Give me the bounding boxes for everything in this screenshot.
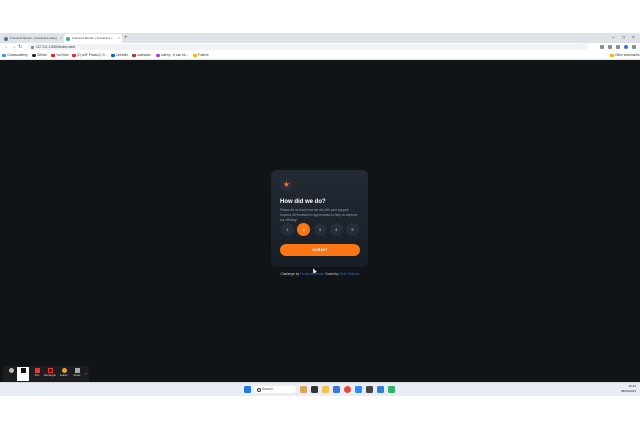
browser-viewport: ★ How did we do? Please let us know how … <box>0 33 640 395</box>
rating-card: ★ How did we do? Please let us know how … <box>271 170 368 267</box>
github-icon <box>32 53 36 57</box>
back-icon[interactable]: ← <box>4 43 9 51</box>
close-window-icon[interactable]: × <box>632 33 635 43</box>
profile-icon[interactable] <box>624 45 628 49</box>
system-clock[interactable]: 10:42 08/04/2023 <box>621 384 636 394</box>
extension-icon[interactable] <box>616 45 620 49</box>
bookmark-icon <box>2 53 6 57</box>
recorder-rectangle-button[interactable]: Rectangle <box>44 367 56 381</box>
windows-start-icon[interactable] <box>244 386 251 393</box>
reload-icon[interactable]: ↻ <box>18 43 22 51</box>
new-tab-button[interactable]: + <box>124 34 128 42</box>
rating-button-2[interactable]: 2 <box>297 223 311 236</box>
edge-icon[interactable] <box>333 386 340 393</box>
minimize-icon[interactable]: – <box>612 33 615 43</box>
recorder-collapse-button[interactable]: › <box>83 367 89 381</box>
eraser-icon <box>61 368 67 373</box>
taskbar: Search 10:42 08/04/2023 <box>0 382 640 396</box>
tab-1[interactable]: Frontend Mentor | Interactive rating × <box>2 34 64 43</box>
chrome-icon[interactable] <box>344 386 351 393</box>
codewars-icon <box>132 53 136 57</box>
gear-icon <box>8 368 14 373</box>
close-tab-icon[interactable]: × <box>118 34 120 43</box>
udemy-icon <box>156 53 160 57</box>
extension-icon[interactable] <box>608 45 612 49</box>
app-icon[interactable] <box>388 386 395 393</box>
menu-icon[interactable] <box>632 45 636 49</box>
brush-icon <box>74 368 80 373</box>
favicon-icon <box>66 37 70 41</box>
vscode-icon[interactable] <box>377 386 384 393</box>
recorder-pen-button[interactable]: Pen <box>31 367 43 381</box>
recorder-erase-button[interactable]: Erase <box>71 367 83 381</box>
rating-button-4[interactable]: 4 <box>329 223 343 236</box>
recorder-toolbar: Pen Rectangle Eraser Erase › <box>3 366 89 382</box>
bookmark-item[interactable]: udemy - It can be... <box>156 51 188 59</box>
tab-2[interactable]: Frontend Mentor | Interactive r... × <box>64 34 122 43</box>
star-badge: ★ <box>280 178 293 191</box>
file-explorer-icon[interactable] <box>322 386 329 393</box>
author-link[interactable]: Guivi Pinheiro <box>340 272 360 276</box>
forward-icon[interactable]: → <box>11 43 16 51</box>
bookmark-item[interactable]: YouTube <box>51 51 69 59</box>
extension-icons <box>600 43 636 51</box>
rating-options: 1 2 3 4 5 <box>281 223 359 236</box>
rating-button-1[interactable]: 1 <box>281 223 294 236</box>
rating-button-5[interactable]: 5 <box>346 223 359 236</box>
widget-icon[interactable] <box>300 386 307 393</box>
folder-icon <box>193 53 197 57</box>
submit-button[interactable]: SUBMIT <box>280 244 360 256</box>
recorder-select-button[interactable] <box>17 367 29 381</box>
site-info-icon[interactable] <box>31 45 34 49</box>
youtube-icon <box>51 53 55 57</box>
tab-bar: Frontend Mentor | Interactive rating × F… <box>0 33 640 43</box>
maximize-icon[interactable]: □ <box>622 33 625 43</box>
cursor-icon <box>20 368 26 373</box>
attribution-middle: . Coded by <box>323 272 339 276</box>
attribution-prefix: Challenge by <box>280 272 300 276</box>
search-icon <box>256 387 261 393</box>
taskbar-search[interactable]: Search <box>254 386 296 393</box>
bookmark-item[interactable]: Codeacademy <box>2 51 28 59</box>
attribution: Challenge by Frontend Mentor. Coded by G… <box>0 272 640 276</box>
store-icon[interactable] <box>355 386 362 393</box>
bookmark-icon <box>72 53 76 57</box>
pen-icon <box>34 368 40 373</box>
address-row: ← → ↻ 127.0.0.1:5500/index.html <box>0 43 640 51</box>
star-icon: ★ <box>282 179 291 189</box>
app-icon[interactable] <box>366 386 373 393</box>
task-view-icon[interactable] <box>311 386 318 393</box>
card-description: Please let us know how we did with your … <box>280 208 358 222</box>
bookmark-folder[interactable]: Folders <box>193 51 209 59</box>
recorder-settings-button[interactable] <box>5 367 17 381</box>
rectangle-icon <box>47 368 53 373</box>
extension-icon[interactable] <box>600 45 604 49</box>
bookmark-item[interactable]: GitHub <box>32 51 47 59</box>
folder-icon <box>610 53 614 57</box>
rating-button-3[interactable]: 3 <box>313 223 327 236</box>
frontend-mentor-link[interactable]: Frontend Mentor <box>300 272 323 276</box>
bookmark-item[interactable]: (2) w3F Product | G... <box>72 51 107 59</box>
bookmark-item[interactable]: codewars <box>132 51 151 59</box>
favicon-icon <box>4 37 8 41</box>
close-tab-icon[interactable]: × <box>60 34 62 43</box>
bookmark-item[interactable]: LinkedIn <box>111 51 128 59</box>
card-title: How did we do? <box>280 199 326 205</box>
bookmarks-bar: Codeacademy GitHub YouTube (2) w3F Produ… <box>0 51 640 60</box>
linkedin-icon <box>111 53 115 57</box>
other-bookmarks[interactable]: Other bookmarks <box>610 51 639 59</box>
recorder-eraser-button[interactable]: Eraser <box>58 367 70 381</box>
address-bar[interactable]: 127.0.0.1:5500/index.html <box>28 44 588 50</box>
